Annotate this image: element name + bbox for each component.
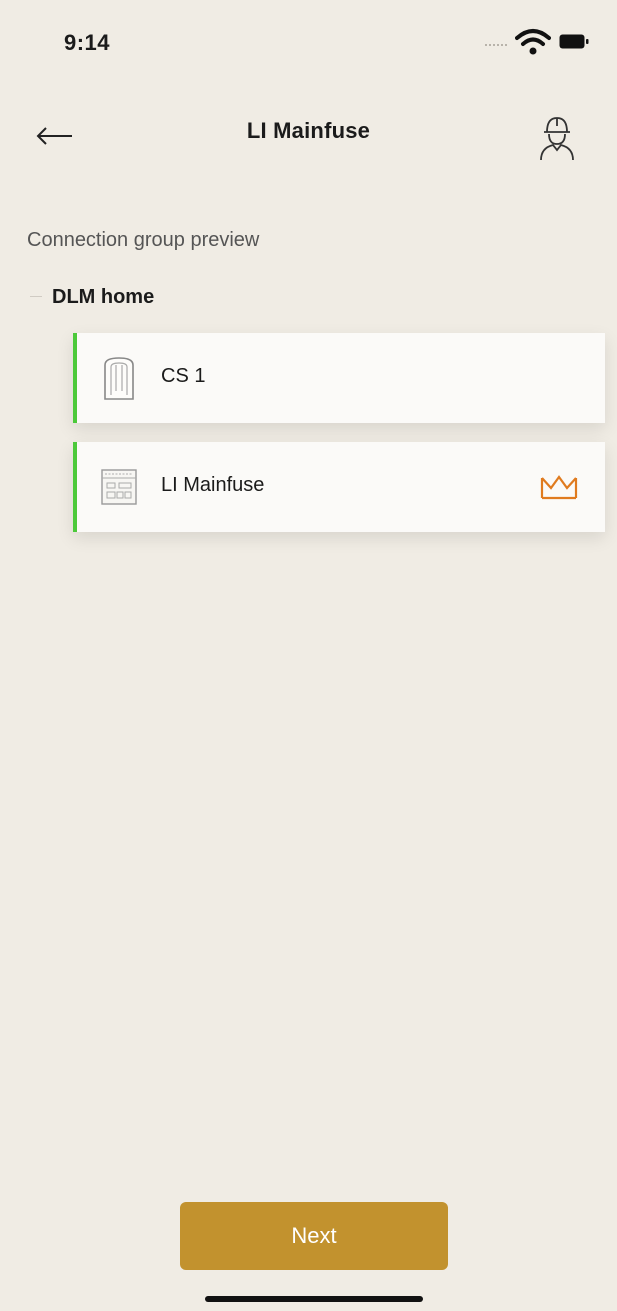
home-indicator (205, 1296, 423, 1302)
technician-icon (540, 117, 574, 161)
cellular-signal-icon (485, 44, 507, 50)
next-button[interactable]: Next (180, 1202, 448, 1270)
list-item-label: LI Mainfuse (161, 474, 265, 496)
wifi-icon (515, 29, 551, 55)
battery-icon (559, 34, 589, 49)
nav-bar: LI Mainfuse (0, 100, 617, 170)
status-time: 9:14 (64, 30, 111, 55)
crown-icon (540, 475, 578, 500)
status-bar: 9:14 (0, 0, 617, 90)
list-item-cs1[interactable]: CS 1 (73, 333, 605, 423)
list-item-li-mainfuse[interactable]: LI Mainfuse (73, 442, 605, 532)
profile-button[interactable] (533, 112, 581, 162)
load-controller-icon (101, 469, 137, 505)
tree-connector (30, 296, 42, 297)
group-name: DLM home (52, 286, 155, 308)
section-label: Connection group preview (27, 229, 260, 251)
charging-station-icon (104, 357, 134, 400)
page-title: LI Mainfuse (246, 118, 371, 143)
list-item-label: CS 1 (161, 365, 206, 387)
